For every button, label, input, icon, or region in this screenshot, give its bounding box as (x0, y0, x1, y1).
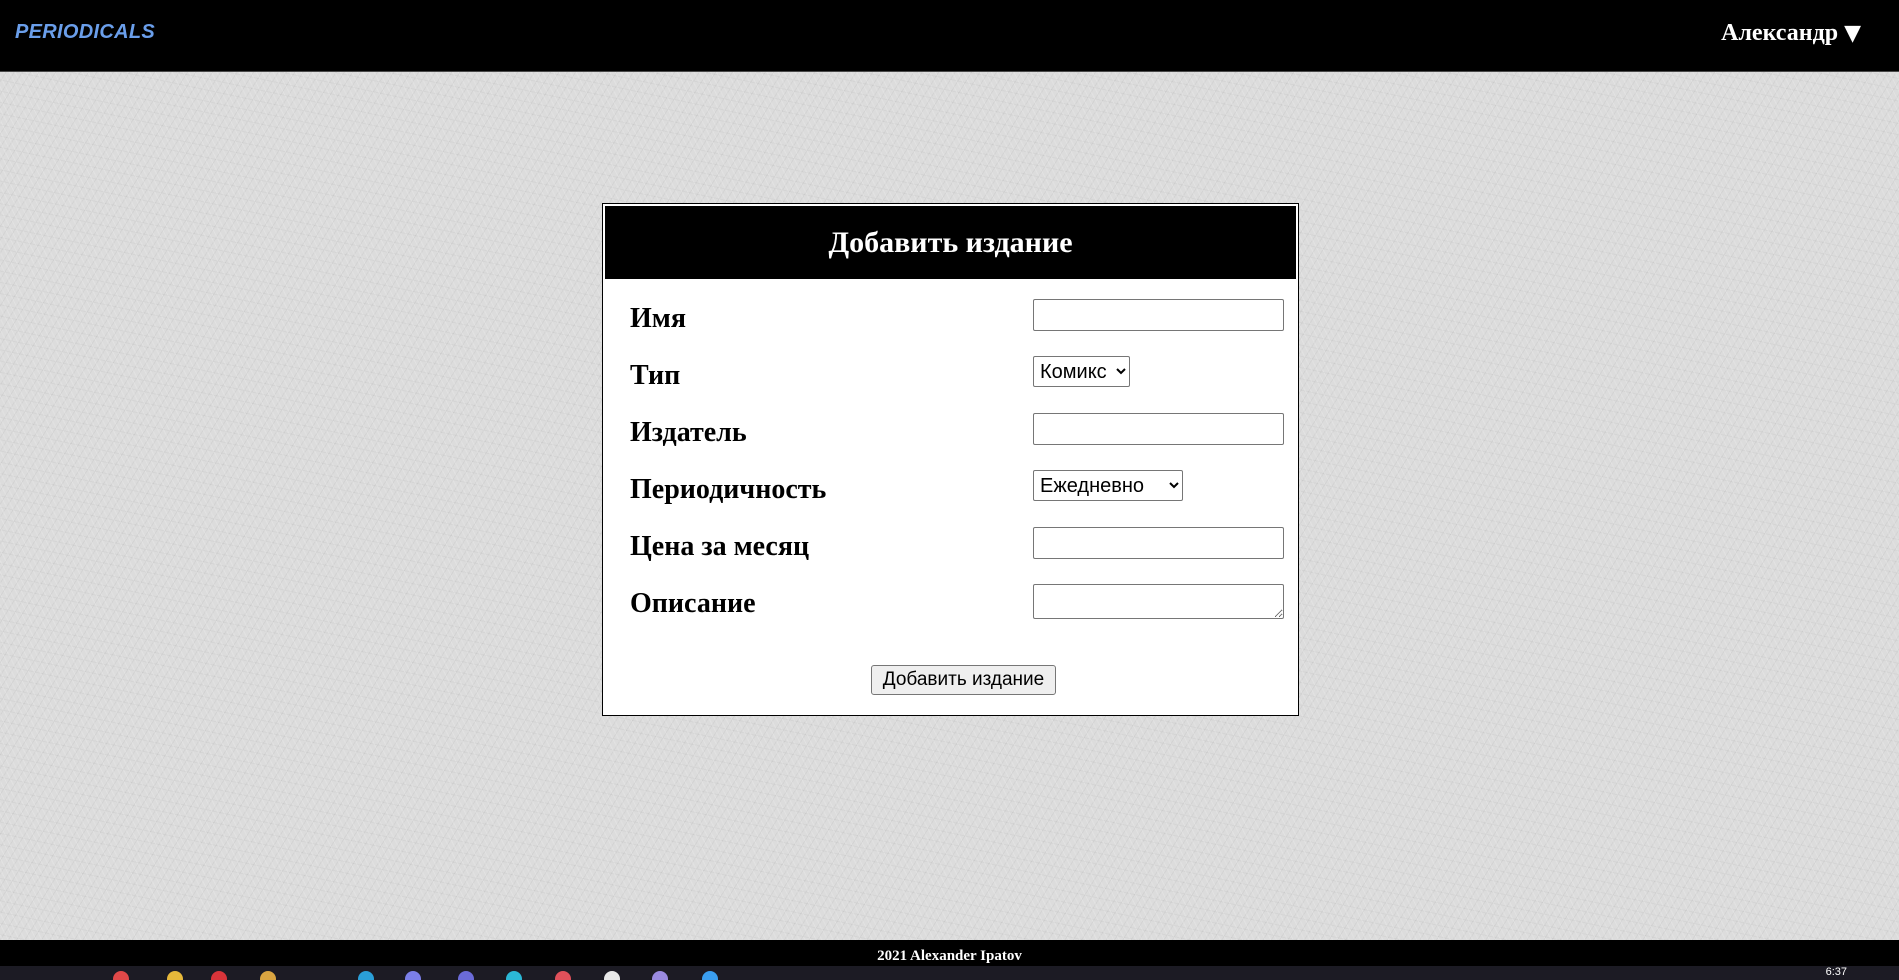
taskbar-app-icon[interactable] (702, 971, 718, 980)
type-select[interactable]: Комикс (1033, 356, 1130, 387)
card-title: Добавить издание (605, 206, 1296, 279)
taskbar-app-icon[interactable] (604, 971, 620, 980)
user-name: Александр (1721, 20, 1839, 46)
taskbar-app-icon[interactable] (113, 971, 129, 980)
taskbar-clock: 6:37 (1825, 966, 1847, 978)
add-publication-card: Добавить издание Имя Тип Комикс Издатель… (602, 203, 1299, 716)
periodicity-select[interactable]: Ежедневно (1033, 470, 1183, 501)
taskbar-app-icon[interactable] (506, 971, 522, 980)
publisher-input[interactable] (1033, 413, 1284, 445)
form-row-price: Цена за месяц (630, 527, 1284, 567)
top-navbar: PERIODICALS Александр ▼ (0, 0, 1899, 72)
taskbar-app-icon[interactable] (458, 971, 474, 980)
price-input[interactable] (1033, 527, 1284, 559)
type-label: Тип (630, 360, 681, 391)
taskbar-app-icon[interactable] (358, 971, 374, 980)
form-row-description: Описание (630, 584, 1284, 624)
periodicity-label: Периодичность (630, 474, 827, 505)
name-input[interactable] (1033, 299, 1284, 331)
description-label: Описание (630, 588, 756, 619)
price-label: Цена за месяц (630, 531, 810, 562)
app-logo[interactable]: PERIODICALS (15, 21, 155, 44)
form-row-type: Тип Комикс (630, 356, 1275, 396)
taskbar-app-icon[interactable] (555, 971, 571, 980)
taskbar-app-icon[interactable] (211, 971, 227, 980)
name-label: Имя (630, 303, 686, 334)
os-taskbar: 6:37 (0, 966, 1899, 980)
taskbar-app-icon[interactable] (405, 971, 421, 980)
form-row-periodicity: Периодичность Ежедневно (630, 470, 1275, 510)
caret-down-icon: ▼ (1844, 21, 1861, 46)
user-menu-dropdown[interactable]: Александр ▼ (1721, 20, 1861, 47)
taskbar-app-icon[interactable] (652, 971, 668, 980)
publisher-label: Издатель (630, 417, 747, 448)
form-row-publisher: Издатель (630, 413, 1284, 453)
add-publication-button[interactable]: Добавить издание (871, 665, 1056, 695)
taskbar-app-icon[interactable] (167, 971, 183, 980)
taskbar-app-icon[interactable] (260, 971, 276, 980)
description-textarea[interactable] (1033, 584, 1284, 619)
form-row-name: Имя (630, 299, 1284, 339)
footer-copyright: 2021 Alexander Ipatov (877, 948, 1022, 964)
